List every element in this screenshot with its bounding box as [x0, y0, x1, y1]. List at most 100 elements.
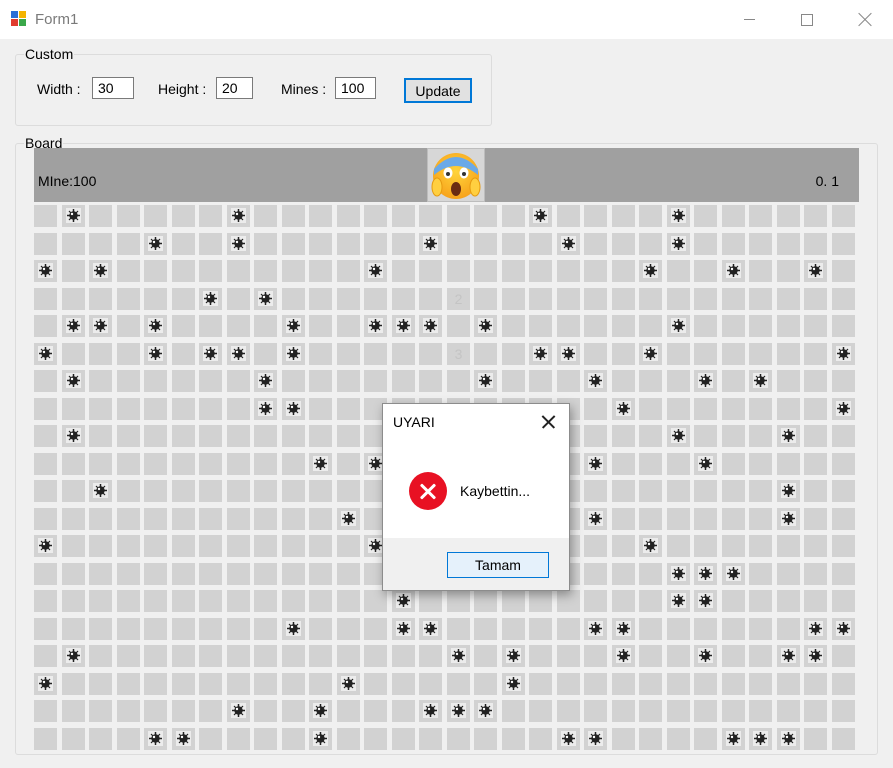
- mine-cell[interactable]: [557, 343, 580, 365]
- grid-cell[interactable]: [62, 728, 85, 750]
- grid-cell[interactable]: [419, 645, 442, 667]
- grid-cell[interactable]: [694, 508, 717, 530]
- grid-cell[interactable]: [172, 645, 195, 667]
- grid-cell[interactable]: [667, 370, 690, 392]
- grid-cell[interactable]: [419, 205, 442, 227]
- mine-cell[interactable]: [694, 645, 717, 667]
- grid-cell[interactable]: [282, 205, 305, 227]
- mine-cell[interactable]: [309, 453, 332, 475]
- mine-cell[interactable]: [639, 343, 662, 365]
- grid-cell[interactable]: [584, 343, 607, 365]
- grid-cell[interactable]: [584, 205, 607, 227]
- mine-cell[interactable]: [447, 645, 470, 667]
- grid-cell[interactable]: [502, 288, 525, 310]
- mine-cell[interactable]: [227, 233, 250, 255]
- grid-cell[interactable]: [89, 233, 112, 255]
- mine-cell[interactable]: [777, 645, 800, 667]
- grid-cell[interactable]: [832, 205, 855, 227]
- grid-cell[interactable]: [337, 288, 360, 310]
- mine-cell[interactable]: [89, 260, 112, 282]
- grid-cell[interactable]: [62, 453, 85, 475]
- grid-cell[interactable]: [447, 260, 470, 282]
- grid-cell[interactable]: [749, 700, 772, 722]
- grid-cell[interactable]: [337, 343, 360, 365]
- mine-cell[interactable]: [62, 645, 85, 667]
- grid-cell[interactable]: [309, 398, 332, 420]
- grid-cell[interactable]: [777, 260, 800, 282]
- grid-cell[interactable]: [612, 205, 635, 227]
- grid-cell[interactable]: [282, 370, 305, 392]
- grid-cell[interactable]: [89, 700, 112, 722]
- mine-cell[interactable]: [419, 700, 442, 722]
- grid-cell[interactable]: [832, 480, 855, 502]
- grid-cell[interactable]: [117, 673, 140, 695]
- grid-cell[interactable]: [117, 590, 140, 612]
- grid-cell[interactable]: [254, 343, 277, 365]
- grid-cell[interactable]: [227, 480, 250, 502]
- grid-cell[interactable]: [612, 288, 635, 310]
- grid-cell[interactable]: [89, 645, 112, 667]
- grid-cell[interactable]: [777, 535, 800, 557]
- grid-cell[interactable]: [474, 233, 497, 255]
- grid-cell[interactable]: [832, 728, 855, 750]
- grid-cell[interactable]: [722, 233, 745, 255]
- height-input[interactable]: [216, 77, 253, 99]
- grid-cell[interactable]: [117, 260, 140, 282]
- grid-cell[interactable]: [117, 205, 140, 227]
- mine-cell[interactable]: [722, 728, 745, 750]
- grid-cell[interactable]: [529, 645, 552, 667]
- grid-cell[interactable]: [62, 673, 85, 695]
- grid-cell[interactable]: [337, 728, 360, 750]
- grid-cell[interactable]: [309, 480, 332, 502]
- grid-cell[interactable]: [722, 425, 745, 447]
- grid-cell[interactable]: [584, 590, 607, 612]
- grid-cell[interactable]: [722, 288, 745, 310]
- grid-cell[interactable]: [337, 260, 360, 282]
- grid-cell[interactable]: [639, 618, 662, 640]
- grid-cell[interactable]: [364, 370, 387, 392]
- grid-cell[interactable]: [282, 563, 305, 585]
- grid-cell[interactable]: [199, 645, 222, 667]
- grid-cell[interactable]: [337, 453, 360, 475]
- grid-cell[interactable]: [172, 288, 195, 310]
- grid-cell[interactable]: [804, 480, 827, 502]
- grid-cell[interactable]: [254, 618, 277, 640]
- grid-cell[interactable]: [254, 205, 277, 227]
- grid-cell[interactable]: [89, 453, 112, 475]
- grid-cell[interactable]: [832, 673, 855, 695]
- mine-cell[interactable]: [804, 645, 827, 667]
- grid-cell[interactable]: [364, 343, 387, 365]
- mine-cell[interactable]: [557, 728, 580, 750]
- mine-cell[interactable]: [144, 233, 167, 255]
- mine-cell[interactable]: [309, 728, 332, 750]
- grid-cell[interactable]: [199, 700, 222, 722]
- grid-cell[interactable]: [529, 590, 552, 612]
- mine-cell[interactable]: [337, 508, 360, 530]
- close-button[interactable]: [836, 0, 893, 39]
- grid-cell[interactable]: [117, 618, 140, 640]
- grid-cell[interactable]: [337, 398, 360, 420]
- mine-cell[interactable]: [419, 618, 442, 640]
- grid-cell[interactable]: [254, 563, 277, 585]
- grid-cell[interactable]: [172, 205, 195, 227]
- grid-cell[interactable]: [749, 673, 772, 695]
- grid-cell[interactable]: [227, 260, 250, 282]
- mine-cell[interactable]: [392, 315, 415, 337]
- grid-cell[interactable]: [309, 673, 332, 695]
- grid-cell[interactable]: [364, 590, 387, 612]
- grid-cell[interactable]: [144, 618, 167, 640]
- grid-cell[interactable]: [529, 673, 552, 695]
- grid-cell[interactable]: [749, 425, 772, 447]
- grid-cell[interactable]: [254, 673, 277, 695]
- mine-cell[interactable]: [34, 343, 57, 365]
- grid-cell[interactable]: [639, 728, 662, 750]
- grid-cell[interactable]: [337, 645, 360, 667]
- grid-cell[interactable]: [749, 315, 772, 337]
- grid-cell[interactable]: [694, 700, 717, 722]
- grid-cell[interactable]: [364, 700, 387, 722]
- grid-cell[interactable]: [337, 315, 360, 337]
- grid-cell[interactable]: [612, 563, 635, 585]
- grid-cell[interactable]: [117, 315, 140, 337]
- mine-cell[interactable]: [419, 315, 442, 337]
- grid-cell[interactable]: [502, 618, 525, 640]
